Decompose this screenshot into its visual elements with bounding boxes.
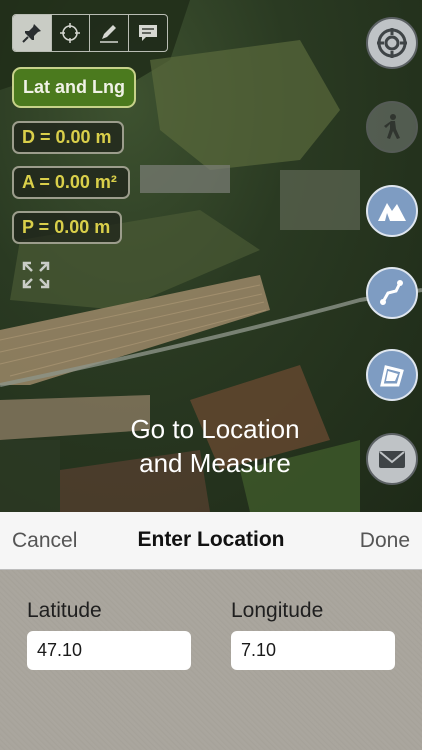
message-tool-button[interactable] — [129, 15, 167, 51]
map-toolbar — [12, 14, 168, 52]
expand-button[interactable] — [18, 257, 54, 293]
pencil-tool-button[interactable] — [90, 15, 129, 51]
distance-readout: D = 0.00 m — [12, 121, 124, 154]
pencil-icon — [99, 25, 118, 43]
area-readout: A = 0.00 m² — [12, 166, 130, 199]
crosshair-icon — [60, 23, 81, 43]
perimeter-readout: P = 0.00 m — [12, 211, 122, 244]
mountain-icon — [378, 203, 406, 221]
route-measure-button[interactable] — [366, 267, 418, 319]
longitude-input[interactable]: 7.10 — [231, 631, 395, 670]
area-measure-button[interactable] — [366, 349, 418, 401]
longitude-label: Longitude — [231, 599, 324, 622]
enter-location-navbar: Cancel Enter Location Done — [0, 512, 422, 570]
message-icon — [138, 25, 157, 41]
caption-line-2: and Measure — [139, 448, 291, 478]
route-icon — [380, 280, 403, 305]
walker-icon — [384, 114, 400, 139]
expand-icon — [22, 261, 50, 289]
latitude-input[interactable]: 47.10 — [27, 631, 191, 670]
walk-button[interactable] — [366, 101, 418, 153]
pin-tool-button[interactable] — [13, 15, 52, 51]
location-form: Latitude Longitude 47.10 7.10 — [0, 570, 422, 750]
pin-icon — [22, 24, 41, 43]
done-button[interactable]: Done — [360, 529, 410, 553]
locate-button[interactable] — [366, 17, 418, 69]
elevation-button[interactable] — [366, 185, 418, 237]
crosshair-tool-button[interactable] — [52, 15, 90, 51]
promo-caption: Go to Location and Measure — [0, 412, 422, 480]
sheet-title: Enter Location — [137, 528, 285, 551]
caption-line-1: Go to Location — [130, 414, 300, 444]
latitude-label: Latitude — [27, 599, 102, 622]
satellite-map[interactable]: Lat and Lng D = 0.00 m A = 0.00 m² P = 0… — [0, 0, 422, 512]
area-icon — [380, 365, 404, 387]
lat-lng-button[interactable]: Lat and Lng — [12, 67, 136, 108]
locate-icon — [377, 28, 407, 58]
